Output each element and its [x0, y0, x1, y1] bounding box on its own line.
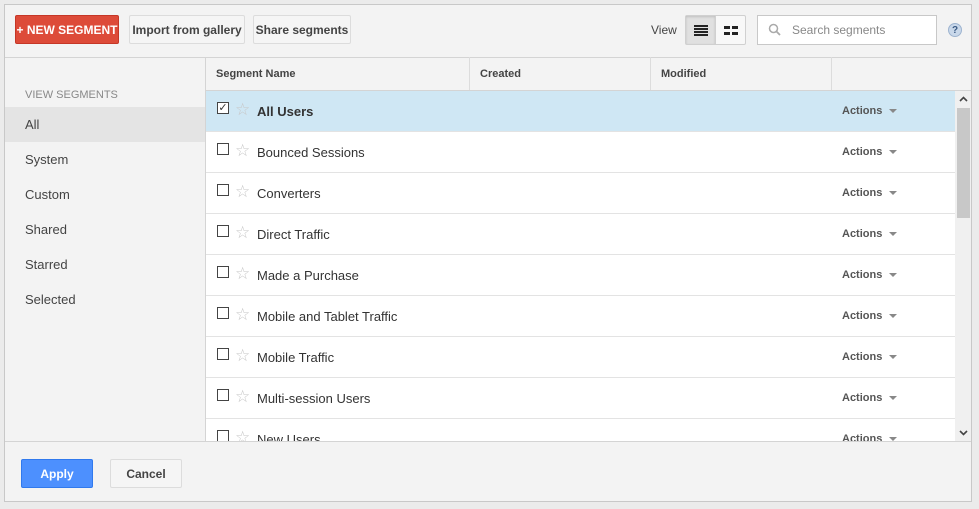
toolbar: + NEW SEGMENT Import from gallery Share …	[5, 5, 971, 58]
column-header-actions	[832, 57, 971, 90]
list-view-button[interactable]	[686, 16, 716, 44]
search-icon	[768, 23, 781, 36]
caret-down-icon	[889, 191, 898, 195]
actions-label: Actions	[842, 351, 883, 363]
row-checkbox[interactable]: ✓	[217, 102, 229, 114]
segment-name[interactable]: Multi-session Users	[257, 391, 370, 406]
search-box	[757, 15, 937, 45]
segment-name[interactable]: Mobile Traffic	[257, 350, 334, 365]
segment-name[interactable]: Bounced Sessions	[257, 145, 365, 160]
table-row[interactable]: ☆ Multi-session Users Actions	[206, 378, 955, 419]
actions-label: Actions	[842, 310, 883, 322]
column-header-segment-name[interactable]: Segment Name	[206, 57, 470, 90]
row-checkbox[interactable]	[217, 389, 229, 401]
caret-down-icon	[889, 109, 898, 113]
segment-name[interactable]: Mobile and Tablet Traffic	[257, 309, 397, 324]
actions-dropdown[interactable]: Actions	[842, 228, 898, 240]
cancel-button[interactable]: Cancel	[110, 459, 182, 488]
caret-down-icon	[889, 150, 898, 154]
segment-name[interactable]: Made a Purchase	[257, 268, 359, 283]
star-icon[interactable]: ☆	[235, 388, 250, 406]
help-icon[interactable]: ?	[948, 23, 962, 37]
list-icon	[693, 24, 708, 36]
grid-icon	[723, 25, 738, 35]
segment-name[interactable]: New Users	[257, 432, 321, 441]
table-body: ✓ ☆ All Users Actions ☆ Bounced Sessions…	[206, 91, 955, 441]
actions-dropdown[interactable]: Actions	[842, 269, 898, 281]
table-row[interactable]: ☆ New Users Actions	[206, 419, 955, 441]
sidebar-item-shared[interactable]: Shared	[5, 212, 205, 247]
row-checkbox[interactable]	[217, 348, 229, 360]
new-segment-button[interactable]: + NEW SEGMENT	[15, 15, 119, 44]
vertical-scrollbar[interactable]	[955, 91, 971, 441]
star-icon[interactable]: ☆	[235, 347, 250, 365]
row-checkbox[interactable]	[217, 184, 229, 196]
dialog-footer: Apply Cancel	[5, 441, 971, 501]
sidebar: VIEW SEGMENTS All System Custom Shared S…	[5, 57, 206, 441]
row-checkbox[interactable]	[217, 430, 229, 441]
grid-view-button[interactable]	[716, 16, 745, 44]
segment-name[interactable]: Converters	[257, 186, 321, 201]
actions-label: Actions	[842, 228, 883, 240]
view-toggle	[685, 15, 746, 45]
star-icon[interactable]: ☆	[235, 429, 250, 442]
actions-label: Actions	[842, 187, 883, 199]
row-checkbox[interactable]	[217, 143, 229, 155]
actions-dropdown[interactable]: Actions	[842, 310, 898, 322]
star-icon[interactable]: ☆	[235, 101, 250, 119]
row-checkbox[interactable]	[217, 266, 229, 278]
caret-down-icon	[889, 396, 898, 400]
sidebar-item-system[interactable]: System	[5, 142, 205, 177]
table-header: Segment Name Created Modified	[206, 57, 971, 91]
star-icon[interactable]: ☆	[235, 183, 250, 201]
star-icon[interactable]: ☆	[235, 265, 250, 283]
caret-down-icon	[889, 314, 898, 318]
row-checkbox[interactable]	[217, 225, 229, 237]
column-header-modified[interactable]: Modified	[651, 57, 832, 90]
apply-button[interactable]: Apply	[21, 459, 93, 488]
table-row[interactable]: ☆ Mobile and Tablet Traffic Actions	[206, 296, 955, 337]
search-input[interactable]	[790, 22, 934, 38]
caret-down-icon	[889, 273, 898, 277]
segments-table: Segment Name Created Modified ✓ ☆ All Us…	[206, 57, 971, 441]
table-row[interactable]: ☆ Converters Actions	[206, 173, 955, 214]
actions-dropdown[interactable]: Actions	[842, 146, 898, 158]
sidebar-heading: VIEW SEGMENTS	[25, 89, 118, 101]
table-row[interactable]: ☆ Mobile Traffic Actions	[206, 337, 955, 378]
view-label: View	[651, 23, 677, 37]
sidebar-item-custom[interactable]: Custom	[5, 177, 205, 212]
actions-dropdown[interactable]: Actions	[842, 392, 898, 404]
scroll-down-icon[interactable]	[955, 425, 971, 441]
sidebar-item-starred[interactable]: Starred	[5, 247, 205, 282]
segment-name[interactable]: Direct Traffic	[257, 227, 330, 242]
actions-dropdown[interactable]: Actions	[842, 433, 898, 441]
share-segments-button[interactable]: Share segments	[253, 15, 351, 44]
star-icon[interactable]: ☆	[235, 142, 250, 160]
actions-label: Actions	[842, 146, 883, 158]
sidebar-item-selected[interactable]: Selected	[5, 282, 205, 317]
actions-label: Actions	[842, 433, 883, 441]
caret-down-icon	[889, 355, 898, 359]
star-icon[interactable]: ☆	[235, 306, 250, 324]
scroll-up-icon[interactable]	[955, 91, 971, 107]
segment-name[interactable]: All Users	[257, 104, 313, 119]
actions-dropdown[interactable]: Actions	[842, 105, 898, 117]
table-row[interactable]: ☆ Made a Purchase Actions	[206, 255, 955, 296]
row-checkbox[interactable]	[217, 307, 229, 319]
sidebar-item-all[interactable]: All	[5, 107, 205, 142]
actions-label: Actions	[842, 269, 883, 281]
actions-dropdown[interactable]: Actions	[842, 187, 898, 199]
segments-dialog: + NEW SEGMENT Import from gallery Share …	[4, 4, 972, 502]
table-row[interactable]: ✓ ☆ All Users Actions	[206, 91, 955, 132]
actions-dropdown[interactable]: Actions	[842, 351, 898, 363]
star-icon[interactable]: ☆	[235, 224, 250, 242]
actions-label: Actions	[842, 105, 883, 117]
table-row[interactable]: ☆ Direct Traffic Actions	[206, 214, 955, 255]
import-from-gallery-button[interactable]: Import from gallery	[129, 15, 245, 44]
table-row[interactable]: ☆ Bounced Sessions Actions	[206, 132, 955, 173]
actions-label: Actions	[842, 392, 883, 404]
column-header-created[interactable]: Created	[470, 57, 651, 90]
scrollbar-thumb[interactable]	[957, 108, 970, 218]
caret-down-icon	[889, 232, 898, 236]
